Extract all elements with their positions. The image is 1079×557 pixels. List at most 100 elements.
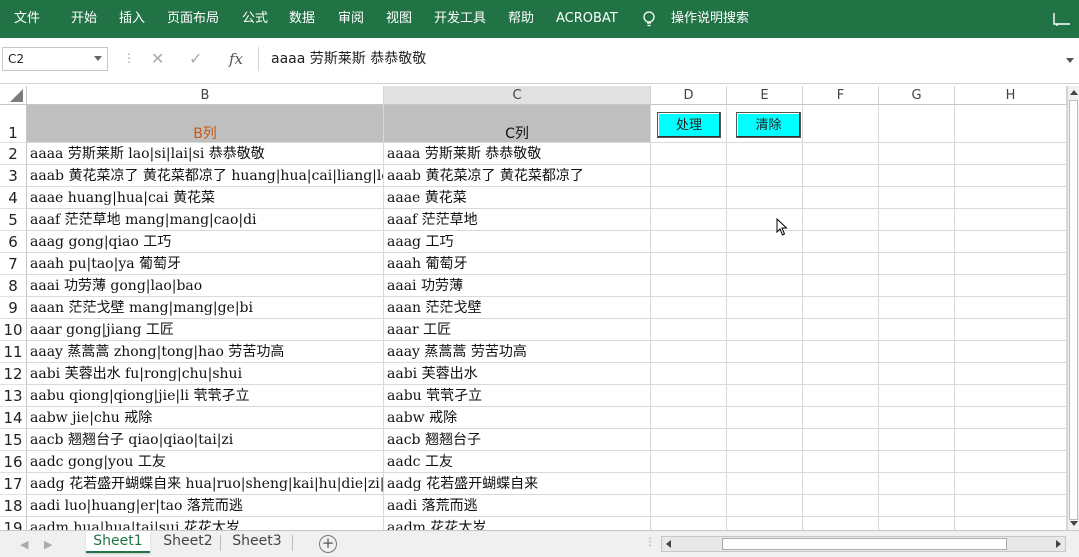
- cell-d14[interactable]: [651, 407, 727, 429]
- cell-e13[interactable]: [727, 385, 803, 407]
- tab-data[interactable]: 数据: [289, 11, 315, 27]
- cell-h1[interactable]: [955, 105, 1067, 143]
- process-button[interactable]: 处理: [657, 112, 721, 138]
- vertical-scroll-thumb[interactable]: [1069, 100, 1078, 520]
- cell-e8[interactable]: [727, 275, 803, 297]
- row-header[interactable]: 14: [0, 407, 27, 429]
- cell-e2[interactable]: [727, 143, 803, 165]
- cell-d5[interactable]: [651, 209, 727, 231]
- sheet-tab-sheet2[interactable]: Sheet2: [157, 531, 219, 553]
- cell-c10[interactable]: aaar 工匠: [384, 319, 651, 341]
- cell-e18[interactable]: [727, 495, 803, 517]
- tab-home[interactable]: 开始: [71, 11, 97, 27]
- cell-e11[interactable]: [727, 341, 803, 363]
- cell-f17[interactable]: [803, 473, 879, 495]
- row-header[interactable]: 5: [0, 209, 27, 231]
- scroll-up-icon[interactable]: [1070, 90, 1078, 95]
- cell-g14[interactable]: [879, 407, 955, 429]
- cell-e6[interactable]: [727, 231, 803, 253]
- cell-f13[interactable]: [803, 385, 879, 407]
- cell-h15[interactable]: [955, 429, 1067, 451]
- tab-file[interactable]: 文件: [14, 11, 40, 27]
- cell-b12[interactable]: aabi 芙蓉出水 fu|rong|chu|shui: [27, 363, 384, 385]
- prev-sheet-icon[interactable]: ◀: [20, 538, 28, 551]
- cell-b6[interactable]: aaag gong|qiao 工巧: [27, 231, 384, 253]
- clear-button[interactable]: 清除: [736, 112, 801, 138]
- cell-b17[interactable]: aadg 花若盛开蝴蝶自来 hua|ruo|sheng|kai|hu|die|z…: [27, 473, 384, 495]
- tab-help[interactable]: 帮助: [508, 11, 534, 27]
- cell-g6[interactable]: [879, 231, 955, 253]
- tab-acrobat[interactable]: ACROBAT: [556, 11, 618, 27]
- cell-e7[interactable]: [727, 253, 803, 275]
- cell-h14[interactable]: [955, 407, 1067, 429]
- select-all-corner[interactable]: [0, 86, 27, 105]
- cell-d19[interactable]: [651, 517, 727, 530]
- enter-check-icon[interactable]: ✓: [189, 48, 202, 70]
- cell-d15[interactable]: [651, 429, 727, 451]
- cell-d11[interactable]: [651, 341, 727, 363]
- cell-h2[interactable]: [955, 143, 1067, 165]
- cell-g16[interactable]: [879, 451, 955, 473]
- row-header[interactable]: 10: [0, 319, 27, 341]
- cell-c5[interactable]: aaaf 茫茫草地: [384, 209, 651, 231]
- sheet-tab-sheet3[interactable]: Sheet3: [226, 531, 288, 553]
- lightbulb-icon[interactable]: [642, 11, 656, 27]
- cell-h11[interactable]: [955, 341, 1067, 363]
- cell-g18[interactable]: [879, 495, 955, 517]
- cell-g19[interactable]: [879, 517, 955, 530]
- cell-c7[interactable]: aaah 葡萄牙: [384, 253, 651, 275]
- insert-function-icon[interactable]: fx: [229, 48, 243, 70]
- scroll-right-icon[interactable]: [1056, 540, 1061, 548]
- cell-c2[interactable]: aaaa 劳斯莱斯 恭恭敬敬: [384, 143, 651, 165]
- cell-c4[interactable]: aaae 黄花菜: [384, 187, 651, 209]
- cell-c6[interactable]: aaag 工巧: [384, 231, 651, 253]
- cell-b19[interactable]: aadm hua|hua|tai|sui 花花太岁: [27, 517, 384, 530]
- cell-g7[interactable]: [879, 253, 955, 275]
- row-header[interactable]: 8: [0, 275, 27, 297]
- cell-h13[interactable]: [955, 385, 1067, 407]
- cell-c13[interactable]: aabu 茕茕孑立: [384, 385, 651, 407]
- row-header[interactable]: 19: [0, 517, 27, 530]
- cell-g17[interactable]: [879, 473, 955, 495]
- cell-h17[interactable]: [955, 473, 1067, 495]
- tell-me-search[interactable]: 操作说明搜索: [671, 11, 749, 27]
- cell-e4[interactable]: [727, 187, 803, 209]
- cell-g13[interactable]: [879, 385, 955, 407]
- cell-d16[interactable]: [651, 451, 727, 473]
- cell-h16[interactable]: [955, 451, 1067, 473]
- cell-b15[interactable]: aacb 翘翘台子 qiao|qiao|tai|zi: [27, 429, 384, 451]
- cell-f5[interactable]: [803, 209, 879, 231]
- cell-c14[interactable]: aabw 戒除: [384, 407, 651, 429]
- cell-g8[interactable]: [879, 275, 955, 297]
- horizontal-scrollbar[interactable]: [661, 536, 1066, 552]
- cell-h8[interactable]: [955, 275, 1067, 297]
- cell-f3[interactable]: [803, 165, 879, 187]
- cell-e5[interactable]: [727, 209, 803, 231]
- column-header-h[interactable]: H: [955, 86, 1067, 105]
- cell-d10[interactable]: [651, 319, 727, 341]
- expand-formula-icon[interactable]: [1066, 58, 1074, 63]
- column-header-b[interactable]: B: [27, 86, 384, 105]
- cell-c12[interactable]: aabi 芙蓉出水: [384, 363, 651, 385]
- row-header[interactable]: 9: [0, 297, 27, 319]
- row-header[interactable]: 4: [0, 187, 27, 209]
- cell-f4[interactable]: [803, 187, 879, 209]
- cell-b2[interactable]: aaaa 劳斯莱斯 lao|si|lai|si 恭恭敬敬: [27, 143, 384, 165]
- tab-developer[interactable]: 开发工具: [434, 11, 486, 27]
- row-header[interactable]: 15: [0, 429, 27, 451]
- cell-h19[interactable]: [955, 517, 1067, 530]
- cell-d7[interactable]: [651, 253, 727, 275]
- cell-b8[interactable]: aaai 功劳薄 gong|lao|bao: [27, 275, 384, 297]
- scroll-left-icon[interactable]: [666, 540, 671, 548]
- row-header[interactable]: 12: [0, 363, 27, 385]
- cell-f1[interactable]: [803, 105, 879, 143]
- cell-e17[interactable]: [727, 473, 803, 495]
- comment-icon[interactable]: [1053, 12, 1071, 26]
- cell-d12[interactable]: [651, 363, 727, 385]
- cell-d13[interactable]: [651, 385, 727, 407]
- cell-g10[interactable]: [879, 319, 955, 341]
- cell-h6[interactable]: [955, 231, 1067, 253]
- cell-g5[interactable]: [879, 209, 955, 231]
- cell-d6[interactable]: [651, 231, 727, 253]
- cell-e15[interactable]: [727, 429, 803, 451]
